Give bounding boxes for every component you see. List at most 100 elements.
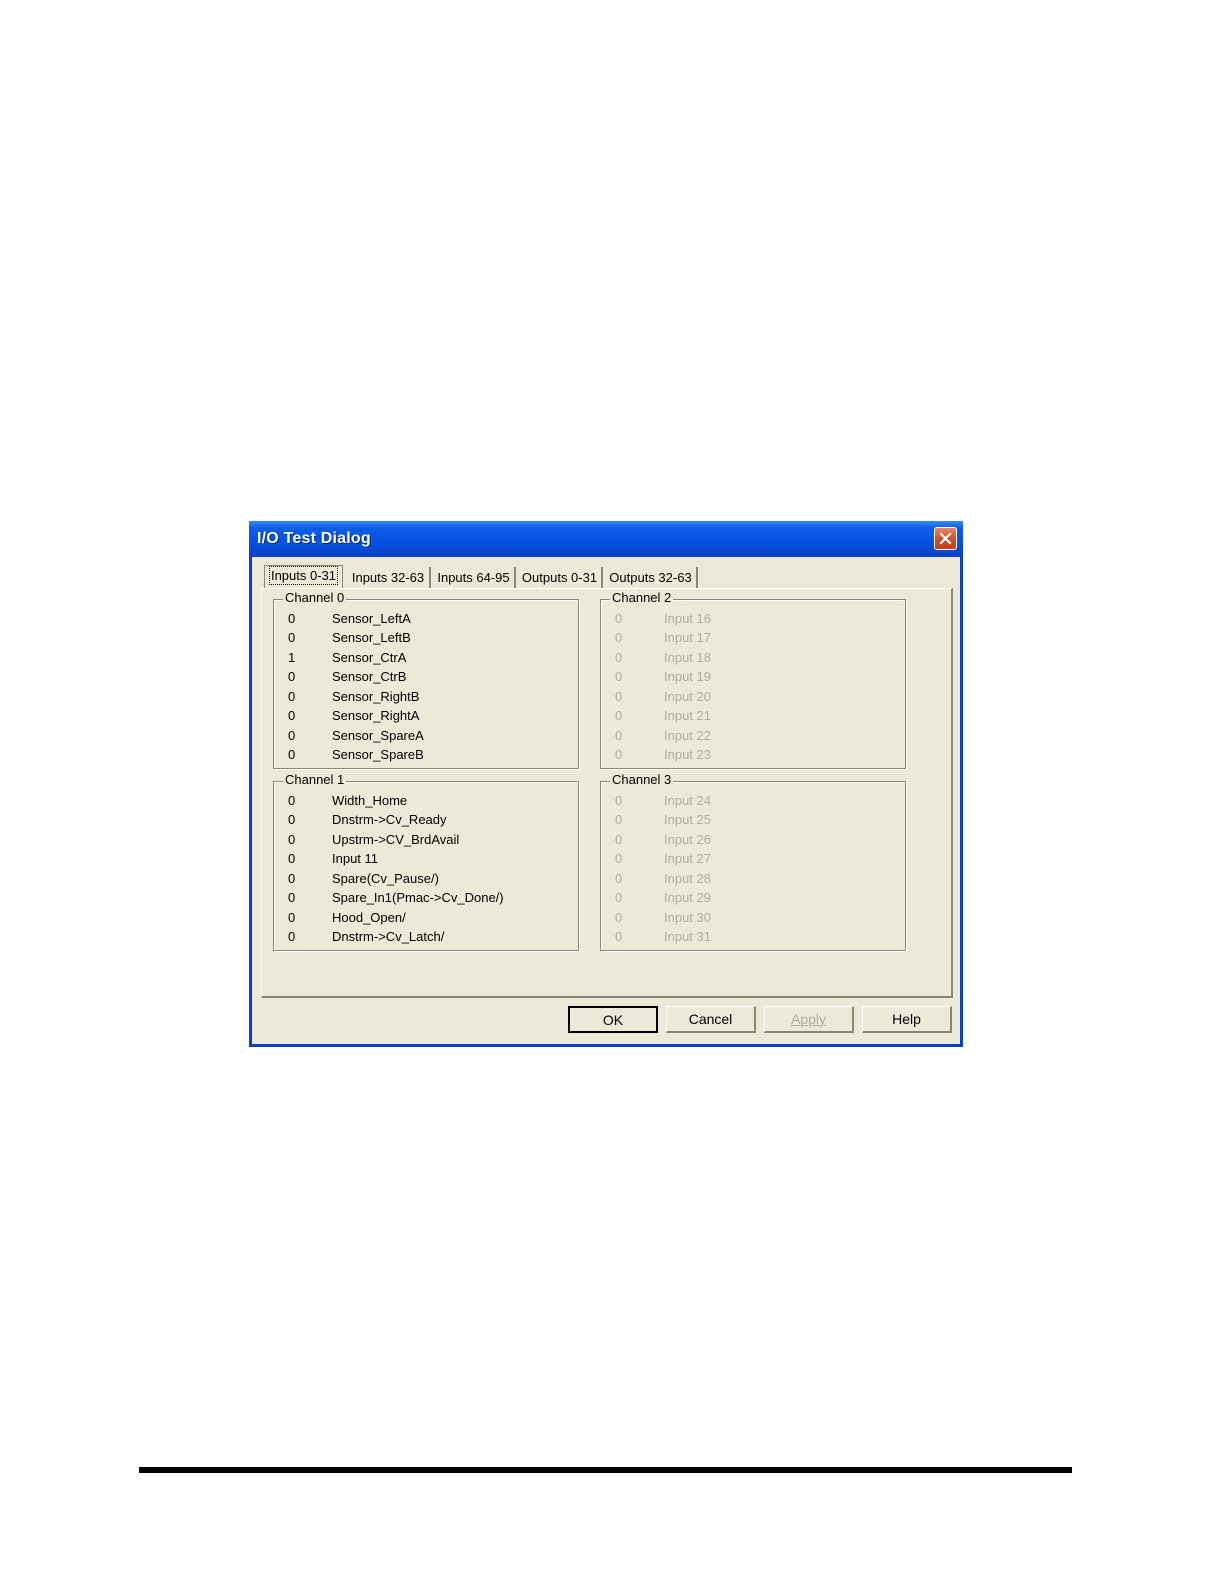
io-value: 0 (288, 630, 296, 645)
footer-rule (139, 1467, 1072, 1473)
tab-label: Outputs 32-63 (609, 570, 692, 585)
io-name: Sensor_SpareB (332, 747, 424, 762)
tab-outputs-32-63[interactable]: Outputs 32-63 (605, 567, 698, 588)
io-value: 0 (615, 611, 623, 626)
ok-button[interactable]: OK (568, 1006, 658, 1033)
ok-button-label: OK (602, 1012, 624, 1028)
io-value: 0 (288, 669, 296, 684)
io-row: 0 Sensor_LeftA (274, 611, 578, 627)
window-title: I/O Test Dialog (257, 530, 371, 547)
io-name: Input 26 (664, 832, 711, 847)
io-value: 0 (288, 851, 296, 866)
io-name: Input 24 (664, 793, 711, 808)
io-row: 0 Input 30 (601, 910, 905, 926)
apply-button-label: Apply (790, 1011, 827, 1027)
channel-0-group: Channel 0 0 Sensor_LeftA 0 Sensor_LeftB 1 S… (273, 590, 579, 769)
io-row: 0 Input 23 (601, 747, 905, 763)
io-value: 0 (288, 832, 296, 847)
io-name: Input 31 (664, 929, 711, 944)
io-value: 1 (288, 650, 296, 665)
io-name: Input 18 (664, 650, 711, 665)
io-name: Input 23 (664, 747, 711, 762)
io-row: 0 Sensor_LeftB (274, 630, 578, 646)
io-row: 0 Dnstrm->Cv_Latch/ (274, 929, 578, 945)
title-bar[interactable]: I/O Test Dialog (249, 521, 963, 557)
tab-label: Inputs 32-63 (351, 570, 425, 585)
io-name: Input 29 (664, 890, 711, 905)
io-name: Sensor_LeftA (332, 611, 411, 626)
close-icon (939, 532, 952, 545)
close-button[interactable] (934, 527, 957, 550)
io-name: Sensor_RightA (332, 708, 420, 723)
help-button[interactable]: Help (862, 1006, 952, 1033)
io-row: 0 Input 25 (601, 812, 905, 828)
io-value: 0 (288, 793, 296, 808)
io-row: 0 Input 27 (601, 851, 905, 867)
io-row: 0 Sensor_SpareA (274, 728, 578, 744)
tab-outputs-0-31[interactable]: Outputs 0-31 (518, 567, 603, 588)
io-value: 0 (288, 708, 296, 723)
cancel-button-label: Cancel (688, 1011, 733, 1027)
io-row: 0 Input 16 (601, 611, 905, 627)
io-value: 0 (288, 728, 296, 743)
io-value: 0 (615, 871, 623, 886)
io-value: 0 (288, 871, 296, 886)
io-value: 0 (615, 708, 623, 723)
io-value: 0 (615, 793, 623, 808)
io-name: Width_Home (332, 793, 408, 808)
io-row: 0 Hood_Open/ (274, 910, 578, 926)
io-value: 0 (615, 747, 623, 762)
io-row: 0 Input 26 (601, 832, 905, 848)
io-value: 0 (288, 929, 296, 944)
io-row: 0 Input 21 (601, 708, 905, 724)
io-name: Sensor_RightB (332, 689, 420, 704)
io-value: 0 (615, 669, 623, 684)
io-row: 0 Sensor_RightA (274, 708, 578, 724)
io-row: 0 Input 22 (601, 728, 905, 744)
io-row: 0 Upstrm->CV_BrdAvail (274, 832, 578, 848)
io-name: Input 25 (664, 812, 711, 827)
io-value: 0 (615, 650, 623, 665)
tab-inputs-0-31[interactable]: Inputs 0-31 (264, 565, 343, 588)
io-name: Sensor_CtrA (332, 650, 407, 665)
io-row: 0 Sensor_CtrB (274, 669, 578, 685)
io-name: Spare(Cv_Pause/) (332, 871, 439, 886)
apply-button[interactable]: Apply (764, 1006, 854, 1033)
io-name: Input 16 (664, 611, 711, 626)
io-row: 0 Sensor_SpareB (274, 747, 578, 763)
io-name: Hood_Open/ (332, 910, 406, 925)
io-value: 0 (615, 832, 623, 847)
io-value: 0 (288, 689, 296, 704)
io-row: 0 Input 19 (601, 669, 905, 685)
io-value: 0 (288, 890, 296, 905)
tab-inputs-32-63[interactable]: Inputs 32-63 (347, 567, 431, 588)
tab-label: Inputs 0-31 (268, 566, 339, 585)
io-name: Input 28 (664, 871, 711, 886)
io-row: 0 Input 11 (274, 851, 578, 867)
group-label: Channel 1 (283, 772, 347, 787)
io-name: Upstrm->CV_BrdAvail (332, 832, 460, 847)
tab-inputs-64-95[interactable]: Inputs 64-95 (433, 567, 516, 588)
io-row: 0 Input 18 (601, 650, 905, 666)
channel-3-group: Channel 3 0 Input 24 0 Input 25 0 Input 26 … (600, 772, 906, 951)
io-row: 0 Spare(Cv_Pause/) (274, 871, 578, 887)
group-label: Channel 2 (610, 590, 674, 605)
io-name: Dnstrm->Cv_Ready (332, 812, 447, 827)
io-name: Input 22 (664, 728, 711, 743)
cancel-button[interactable]: Cancel (666, 1006, 756, 1033)
io-value: 0 (288, 910, 296, 925)
io-row: 0 Input 28 (601, 871, 905, 887)
io-value: 0 (615, 630, 623, 645)
io-row: 0 Input 29 (601, 890, 905, 906)
io-value: 0 (615, 890, 623, 905)
io-name: Input 11 (332, 851, 379, 866)
io-name: Dnstrm->Cv_Latch/ (332, 929, 445, 944)
io-name: Input 27 (664, 851, 711, 866)
io-row: 0 Spare_In1(Pmac->Cv_Done/) (274, 890, 578, 906)
channel-2-group: Channel 2 0 Input 16 0 Input 17 0 Input 18 … (600, 590, 906, 769)
io-name: Input 17 (664, 630, 711, 645)
io-name: Input 30 (664, 910, 711, 925)
io-name: Input 21 (664, 708, 711, 723)
io-name: Sensor_SpareA (332, 728, 424, 743)
io-row: 0 Width_Home (274, 793, 578, 809)
